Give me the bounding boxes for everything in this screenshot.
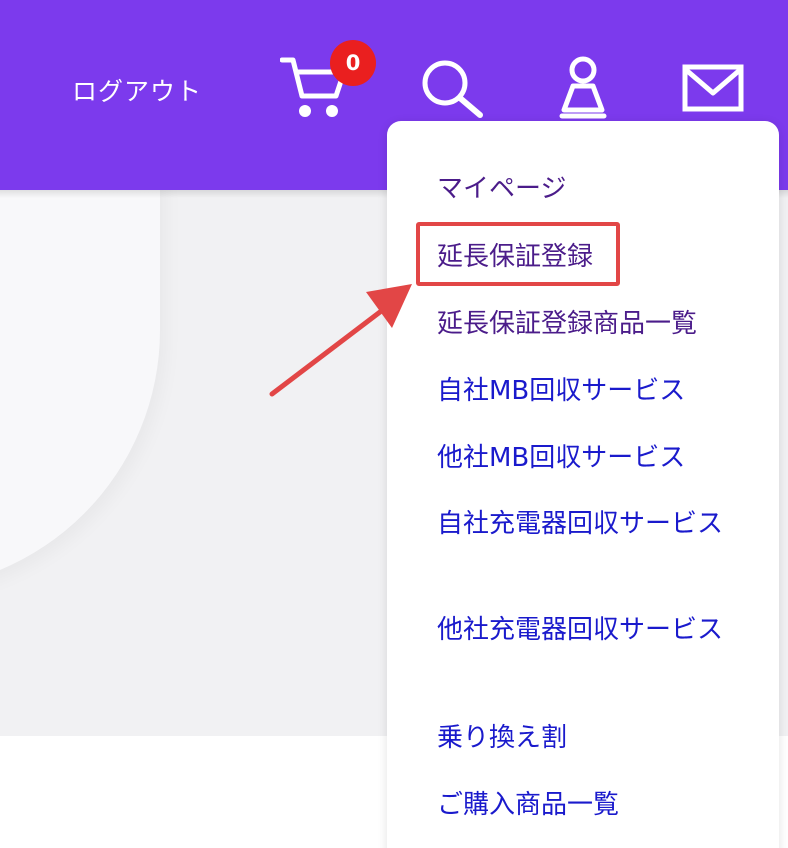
- menu-item-other-mb-recycling[interactable]: 他社MB回収サービス: [437, 438, 737, 478]
- logout-link[interactable]: ログアウト: [72, 72, 202, 108]
- annotation-arrow: [269, 284, 412, 397]
- menu-item-own-mb-recycling[interactable]: 自社MB回収サービス: [437, 371, 737, 411]
- mail-icon[interactable]: [682, 64, 744, 112]
- menu-item-purchase-history[interactable]: ご購入商品一覧: [437, 785, 737, 825]
- menu-item-warranty-products[interactable]: 延長保証登録商品一覧: [437, 304, 737, 344]
- menu-item-own-charger-recycling[interactable]: 自社充電器回収サービス: [437, 504, 737, 544]
- menu-item-mypage[interactable]: マイページ: [437, 169, 737, 209]
- menu-item-switch-discount[interactable]: 乗り換え割: [437, 718, 737, 758]
- cart-count-badge: 0: [330, 40, 376, 86]
- annotation-highlight-box: [416, 222, 620, 286]
- hero-decorative-shape: [0, 190, 160, 590]
- user-icon[interactable]: [558, 56, 608, 120]
- search-icon[interactable]: [420, 58, 486, 118]
- menu-item-other-charger-recycling[interactable]: 他社充電器回収サービス: [437, 610, 737, 650]
